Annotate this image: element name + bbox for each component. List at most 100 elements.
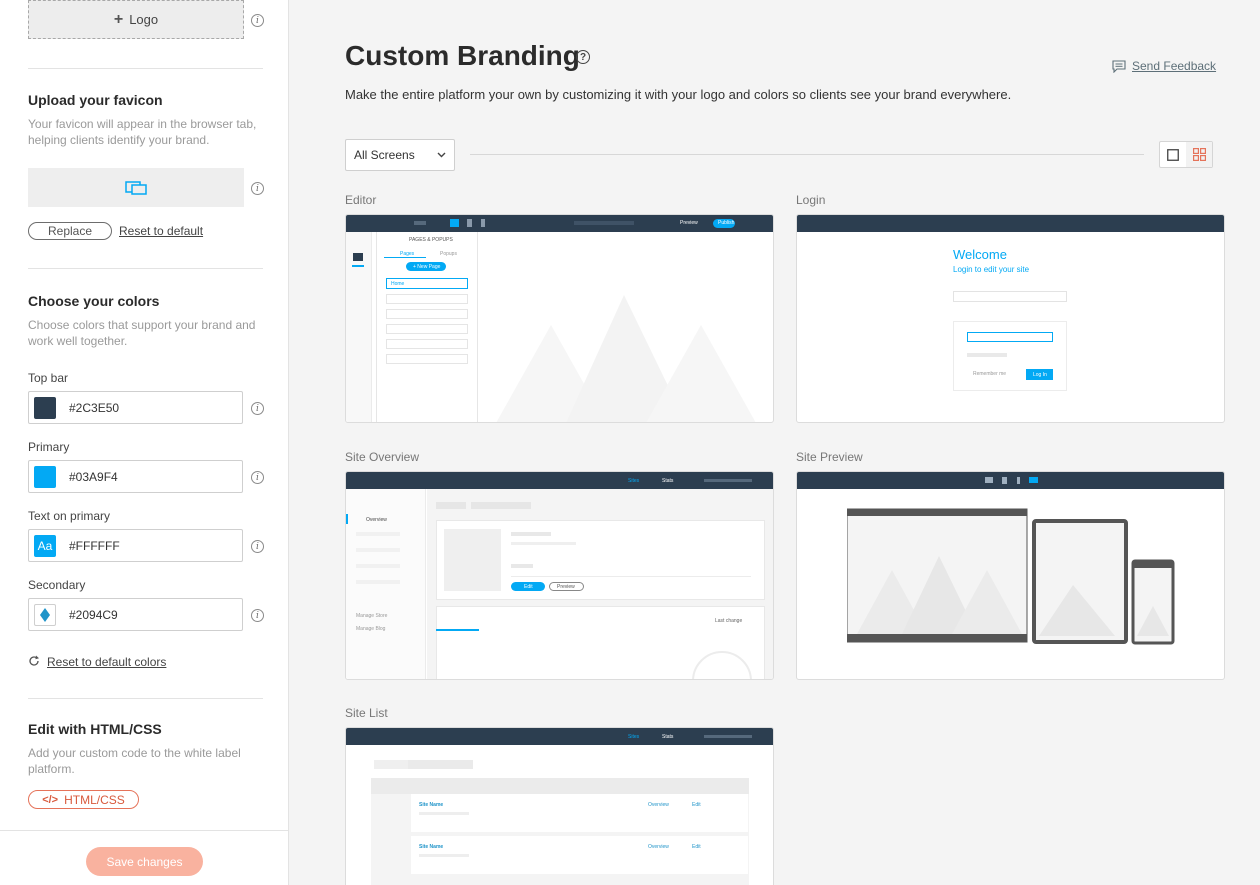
editor-publish-text: Publish <box>718 220 735 226</box>
overview-tab-stats: Stats <box>662 478 674 484</box>
reset-colors-link[interactable]: Reset to default colors <box>47 655 166 669</box>
overview-preview-button: Preview <box>557 584 575 590</box>
custom-code-description: Add your custom code to the white label … <box>28 746 241 776</box>
primary-color-input[interactable]: #03A9F4 <box>28 460 243 493</box>
section-divider <box>28 268 263 269</box>
site-preview-label: Site Preview <box>796 450 863 464</box>
topbar-color-input[interactable]: #2C3E50 <box>28 391 243 424</box>
text-on-primary-label: Text on primary <box>28 509 111 523</box>
site-list-row-action: Edit <box>692 844 701 850</box>
topbar-color-value: #2C3E50 <box>69 400 120 415</box>
topbar-info-icon[interactable]: i <box>251 402 264 415</box>
chevron-down-icon <box>437 152 446 158</box>
colors-section-description: Choose colors that support your brand an… <box>28 318 256 348</box>
login-welcome: Welcome <box>953 247 1007 262</box>
text-on-primary-input[interactable]: Aa #FFFFFF <box>28 529 243 562</box>
text-on-primary-swatch[interactable]: Aa <box>34 534 56 557</box>
favicon-browser-icon <box>125 180 147 195</box>
login-remember: Remember me <box>973 371 1007 377</box>
site-list-row-action: Overview <box>648 802 669 808</box>
code-icon: </> <box>42 793 59 806</box>
site-preview-card[interactable] <box>796 471 1225 680</box>
upload-logo-button[interactable]: + Logo <box>28 0 244 39</box>
site-list-row-action: Overview <box>648 844 669 850</box>
grid-view-button[interactable] <box>1186 142 1212 167</box>
primary-color-swatch[interactable] <box>34 465 56 488</box>
login-button-text: Log In <box>1033 372 1047 378</box>
site-list-tab-stats: Stats <box>662 734 674 740</box>
html-css-button[interactable]: </> HTML/CSS <box>28 790 139 809</box>
save-changes-button[interactable]: Save changes <box>86 847 203 876</box>
main-content: Custom Branding ? Send Feedback Make the… <box>289 0 1260 885</box>
login-subtitle: Login to edit your site <box>953 265 1030 274</box>
grid-icon <box>1192 148 1206 161</box>
html-css-label: HTML/CSS <box>64 792 125 807</box>
editor-preview-text: Preview <box>680 220 698 226</box>
editor-preview-label: Editor <box>345 193 377 207</box>
editor-topbar: Preview Publish <box>346 215 773 232</box>
secondary-color-value: #2094C9 <box>69 607 118 622</box>
site-list-topbar: Sites Stats <box>346 728 773 745</box>
favicon-section-title: Upload your favicon <box>28 92 163 108</box>
site-list-preview-card[interactable]: Sites Stats Site Name Overview Edit Site… <box>345 727 774 885</box>
editor-preview-card[interactable]: Preview Publish PAGES & POPUPS Pages Pop… <box>345 214 774 423</box>
overview-chart-placeholder <box>692 651 752 679</box>
editor-new-page: + New Page <box>413 264 441 270</box>
single-view-button[interactable] <box>1160 142 1186 167</box>
section-divider <box>28 698 263 699</box>
secondary-color-swatch[interactable] <box>34 603 56 626</box>
site-list-preview-label: Site List <box>345 706 388 720</box>
favicon-info-icon[interactable]: i <box>251 182 264 195</box>
diamond-icon <box>40 607 50 622</box>
page-description: Make the entire platform your own by cus… <box>345 87 1012 102</box>
login-preview-label: Login <box>796 193 826 207</box>
site-preview-topbar <box>797 472 1224 489</box>
text-on-primary-info-icon[interactable]: i <box>251 540 264 553</box>
reset-favicon-link[interactable]: Reset to default <box>119 224 203 238</box>
site-list-row-action: Edit <box>692 802 701 808</box>
plus-icon: + <box>113 10 124 28</box>
overview-topbar: Sites Stats <box>346 472 773 489</box>
device-previews-illustration <box>847 508 1175 645</box>
site-overview-preview-card[interactable]: Sites Stats Overview Manage Store Manage… <box>345 471 774 680</box>
overview-manage-blog: Manage Blog <box>356 626 386 632</box>
editor-mountain-placeholder <box>496 295 756 422</box>
primary-info-icon[interactable]: i <box>251 471 264 484</box>
replace-favicon-button[interactable]: Replace <box>28 222 112 240</box>
upload-logo-label: Logo <box>129 12 159 27</box>
secondary-color-label: Secondary <box>28 578 86 592</box>
overview-nav-item: Overview <box>366 517 387 523</box>
overview-manage-store: Manage Store <box>356 613 388 619</box>
editor-panel-title: PAGES & POPUPS <box>409 237 453 243</box>
help-icon[interactable]: ? <box>576 50 590 64</box>
logo-info-icon[interactable]: i <box>251 14 264 27</box>
site-list-row-name: Site Name <box>419 802 444 808</box>
send-feedback-link[interactable]: Send Feedback <box>1112 59 1216 73</box>
send-feedback-label: Send Feedback <box>1132 59 1217 73</box>
editor-tab-popups: Popups <box>440 251 457 257</box>
reset-icon <box>29 655 39 666</box>
editor-first-page: Home <box>391 281 405 287</box>
view-toggle <box>1159 141 1213 168</box>
login-preview-card[interactable]: Welcome Login to edit your site Remember… <box>796 214 1225 423</box>
favicon-preview[interactable] <box>28 168 244 207</box>
screen-filter-value: All Screens <box>354 148 415 162</box>
text-on-primary-value: #FFFFFF <box>69 538 120 553</box>
site-overview-preview-label: Site Overview <box>345 450 420 464</box>
custom-code-title: Edit with HTML/CSS <box>28 721 162 737</box>
overview-last-change: Last change <box>715 618 743 624</box>
site-list-row-name: Site Name <box>419 844 444 850</box>
overview-tab-sites: Sites <box>628 478 640 484</box>
topbar-color-swatch[interactable] <box>34 396 56 419</box>
section-divider <box>28 68 263 69</box>
site-list-tab-sites: Sites <box>628 734 640 740</box>
square-icon <box>1167 148 1179 161</box>
secondary-color-input[interactable]: #2094C9 <box>28 598 243 631</box>
screen-filter-select[interactable]: All Screens <box>345 139 455 171</box>
primary-color-label: Primary <box>28 440 70 454</box>
feedback-icon <box>1112 59 1126 73</box>
secondary-info-icon[interactable]: i <box>251 609 264 622</box>
favicon-section-description: Your favicon will appear in the browser … <box>28 117 257 147</box>
overview-edit-button: Edit <box>524 584 533 590</box>
topbar-color-label: Top bar <box>28 371 69 385</box>
